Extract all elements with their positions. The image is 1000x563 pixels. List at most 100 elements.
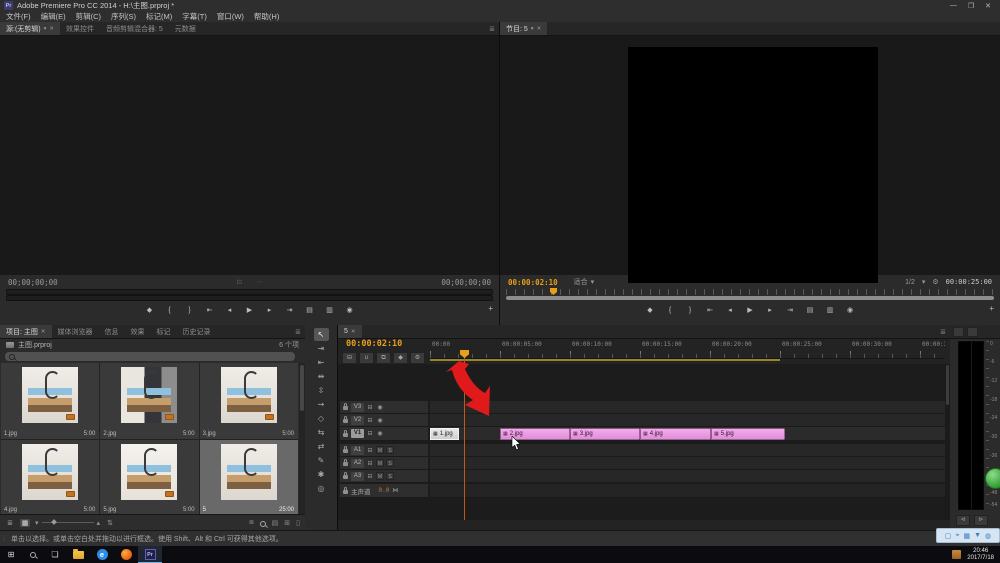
mark-out-button[interactable]: } xyxy=(685,307,696,314)
zoom-in-icon[interactable]: ▴ xyxy=(97,519,101,527)
program-playhead-icon[interactable] xyxy=(550,288,557,295)
meter-tab-icon[interactable] xyxy=(953,327,964,337)
tab-media-browser[interactable]: 媒体浏览器 xyxy=(52,325,99,338)
program-scrollbar[interactable] xyxy=(506,296,994,300)
track-settings-icon[interactable]: ⊟ xyxy=(366,417,374,424)
tab-program[interactable]: 节目: 5 ▾ ✕ xyxy=(500,22,547,35)
list-view-button[interactable]: ≣ xyxy=(5,519,15,527)
program-current-timecode[interactable]: 00:00:02:10 xyxy=(508,278,558,287)
master-level-value[interactable]: 0.0 xyxy=(379,487,390,494)
capture-region-icon[interactable]: ▢ xyxy=(945,532,952,540)
tray-icon[interactable] xyxy=(952,550,961,559)
tab-markers[interactable]: 标记 xyxy=(151,325,177,338)
meter-tab-icon[interactable] xyxy=(967,327,978,337)
selection-tool[interactable]: ↖ xyxy=(314,328,329,341)
fit-dropdown[interactable]: 适合 ▾ xyxy=(574,277,595,287)
track-badge-a2[interactable]: A2 xyxy=(351,459,364,468)
track-lane-master[interactable] xyxy=(430,484,945,498)
add-marker-button[interactable]: ◆ xyxy=(144,306,155,314)
project-item-1jpg[interactable]: 1.jpg 5:00 xyxy=(1,363,99,439)
mark-in-button[interactable]: { xyxy=(665,307,676,314)
mute-button[interactable]: M xyxy=(376,446,384,454)
lock-icon[interactable] xyxy=(343,433,348,437)
track-badge-v1[interactable]: V1 xyxy=(351,429,364,438)
tab-project[interactable]: 项目: 主图 ✕ xyxy=(0,325,52,338)
track-select-backward-tool[interactable]: ⇤ xyxy=(314,356,329,369)
track-badge-v2[interactable]: V2 xyxy=(351,416,364,425)
menu-help[interactable]: 帮助(H) xyxy=(254,11,279,22)
item-thumbnail[interactable] xyxy=(22,367,78,423)
project-file-name[interactable]: 主图.prproj xyxy=(18,340,52,350)
timeline-current-timecode[interactable]: 00:00:02:10 xyxy=(346,339,402,349)
slip-tool[interactable]: ⇆ xyxy=(314,426,329,439)
track-lane-v3[interactable] xyxy=(430,401,945,414)
track-badge-v3[interactable]: V3 xyxy=(351,403,364,412)
chevron-down-icon[interactable]: ▾ xyxy=(922,278,926,286)
close-icon[interactable]: ✕ xyxy=(351,329,356,335)
lock-icon[interactable] xyxy=(343,462,348,466)
source-settings-icon[interactable]: ⊡ xyxy=(237,278,242,286)
menu-file[interactable]: 文件(F) xyxy=(6,11,31,22)
track-output-eye-icon[interactable]: ◉ xyxy=(376,404,384,411)
new-bin-button[interactable]: ▤ xyxy=(272,519,279,527)
meter-right-button[interactable]: ⊳ xyxy=(974,515,988,526)
clip-5jpg[interactable]: ▦ 5.jpg xyxy=(711,428,785,440)
solo-button[interactable]: S xyxy=(386,472,394,480)
lock-icon[interactable] xyxy=(343,406,348,410)
clip-1jpg[interactable]: ▦ 1.jpg xyxy=(430,428,459,440)
track-lane-v2[interactable] xyxy=(430,414,945,427)
track-settings-icon[interactable]: ⊟ xyxy=(366,430,374,437)
snap-magnet-icon[interactable]: ∪ xyxy=(359,352,374,364)
step-forward-button[interactable]: ▸ xyxy=(765,306,776,314)
extract-button[interactable]: ▥ xyxy=(825,306,836,314)
maximize-button[interactable]: ❐ xyxy=(968,2,974,10)
taskbar-browser-firefox[interactable] xyxy=(114,546,138,563)
slide-tool[interactable]: ⇄ xyxy=(314,440,329,453)
solo-button[interactable]: S xyxy=(386,459,394,467)
capture-record-icon[interactable]: ◍ xyxy=(985,532,991,540)
mark-in-button[interactable]: { xyxy=(164,307,175,314)
panel-menu-icon[interactable]: ≣ xyxy=(295,328,305,336)
taskbar-clock[interactable]: 20:46 2017/7/18 xyxy=(967,548,994,562)
hand-tool[interactable]: ✱ xyxy=(314,468,329,481)
track-select-forward-tool[interactable]: ⇥ xyxy=(314,342,329,355)
automate-to-sequence-button[interactable]: ⧈ xyxy=(249,519,253,527)
panel-menu-icon[interactable]: ≣ xyxy=(940,328,950,336)
capture-down-icon[interactable]: ▼ xyxy=(974,532,981,539)
add-marker-icon[interactable]: ◆ xyxy=(393,352,408,364)
goto-in-button[interactable]: ⇤ xyxy=(204,306,215,314)
task-view-button[interactable]: ❏ xyxy=(44,546,66,563)
source-scrubber[interactable] xyxy=(0,289,499,301)
close-button[interactable]: ✕ xyxy=(985,2,991,10)
rate-stretch-tool[interactable]: ⇝ xyxy=(314,398,329,411)
menu-edit[interactable]: 编辑(E) xyxy=(41,11,66,22)
track-badge-a3[interactable]: A3 xyxy=(351,472,364,481)
program-mini-ruler[interactable] xyxy=(506,289,994,295)
item-thumbnail[interactable] xyxy=(221,444,277,500)
export-frame-button[interactable]: ◉ xyxy=(845,306,856,314)
project-item-2jpg[interactable]: 2.jpg 5:00 xyxy=(100,363,198,439)
step-back-button[interactable]: ◂ xyxy=(224,306,235,314)
zoom-slider-handle[interactable] xyxy=(51,519,57,525)
tab-effect-controls[interactable]: 效果控件 xyxy=(60,22,100,35)
track-settings-icon[interactable]: ⊟ xyxy=(366,447,374,454)
button-editor-plus-icon[interactable]: + xyxy=(989,304,994,313)
mute-button[interactable]: M xyxy=(376,459,384,467)
track-lane-a1[interactable] xyxy=(430,444,945,457)
panel-menu-icon[interactable]: ≣ xyxy=(489,25,499,33)
timeline-ruler[interactable]: 00:00 00:00:05:00 00:00:10:00 00:00:15:0… xyxy=(430,339,945,359)
item-thumbnail[interactable] xyxy=(121,444,177,500)
mute-button[interactable]: M xyxy=(376,472,384,480)
lock-icon[interactable] xyxy=(343,475,348,479)
tab-metadata[interactable]: 元数据 xyxy=(169,22,202,35)
step-forward-button[interactable]: ▸ xyxy=(264,306,275,314)
track-settings-icon[interactable]: ⊟ xyxy=(366,460,374,467)
settings-wrench-icon[interactable]: ⚙ xyxy=(932,278,938,286)
project-item-5jpg[interactable]: 5.jpg 5:00 xyxy=(100,440,198,516)
export-frame-button[interactable]: ◉ xyxy=(344,306,355,314)
taskbar-file-explorer[interactable] xyxy=(66,546,90,563)
zoom-tool[interactable]: ◎ xyxy=(314,482,329,495)
sort-icon[interactable]: ⇅ xyxy=(105,519,115,527)
lift-button[interactable]: ▤ xyxy=(805,306,816,314)
track-settings-icon[interactable]: ⊟ xyxy=(366,404,374,411)
